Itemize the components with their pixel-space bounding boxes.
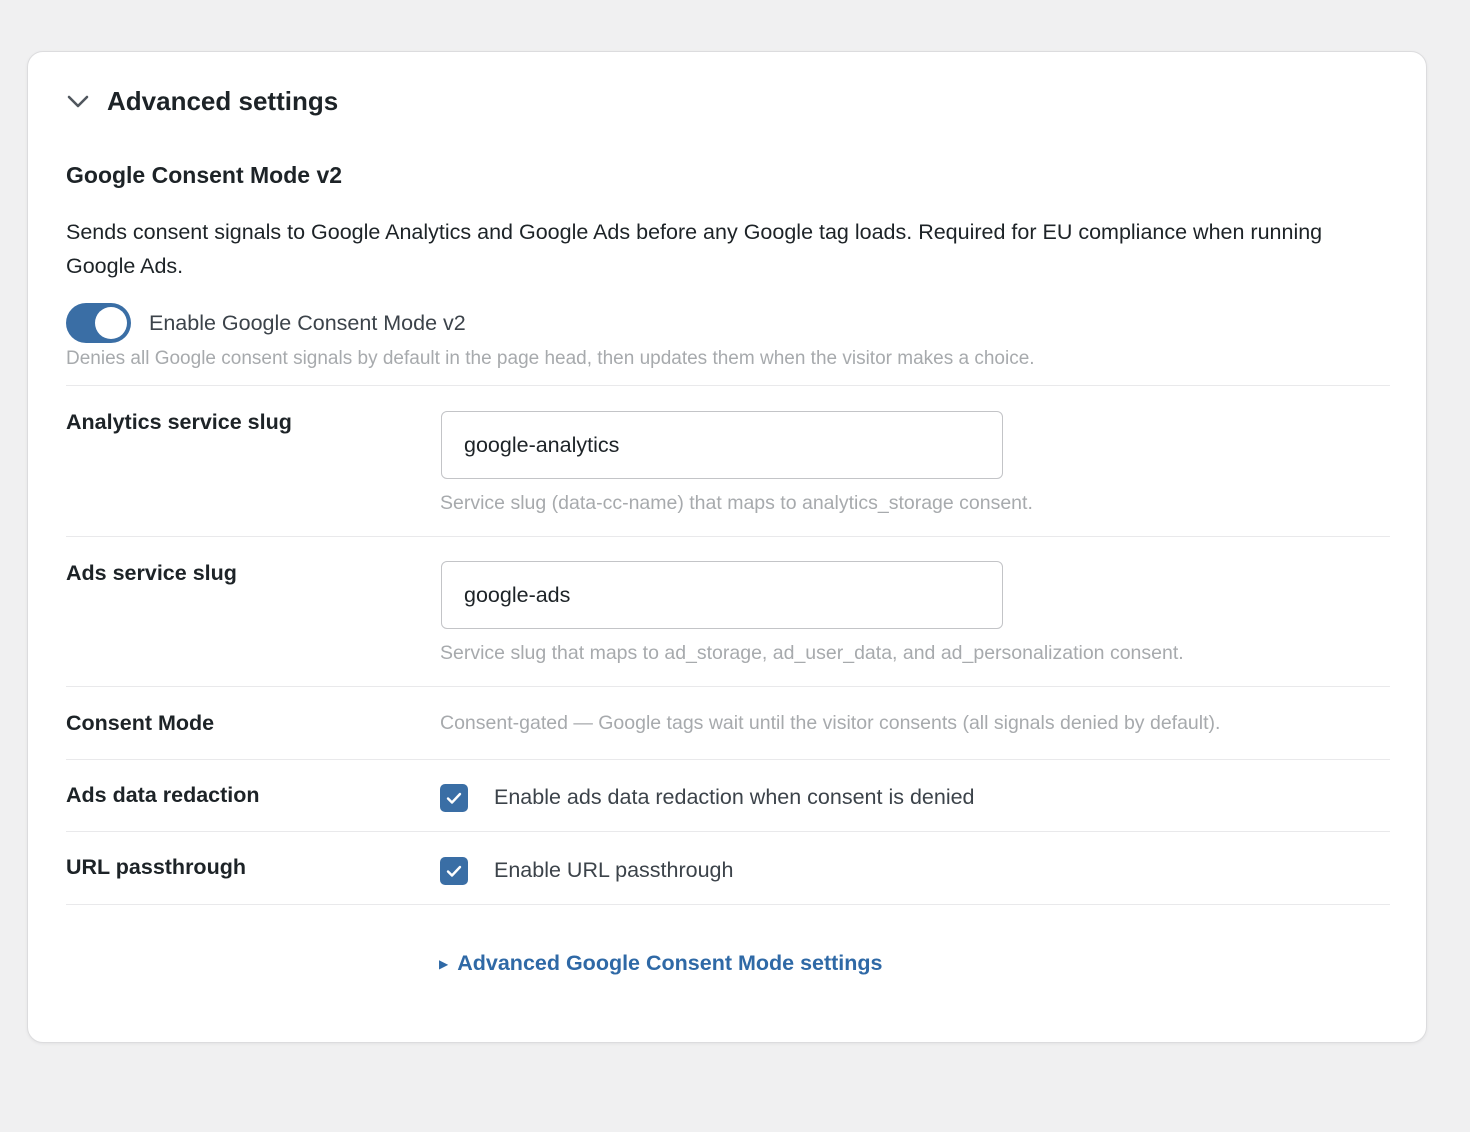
divider (66, 536, 1390, 537)
ads-slug-label: Ads service slug (66, 561, 237, 585)
ads-redaction-checkbox-label[interactable]: Enable ads data redaction when consent i… (494, 785, 975, 810)
advanced-settings-toggle[interactable]: Advanced settings (65, 86, 338, 117)
checkmark-icon (446, 792, 462, 804)
divider (66, 385, 1390, 386)
ads-redaction-label: Ads data redaction (66, 783, 260, 807)
consent-mode-value: Consent-gated — Google tags wait until t… (440, 712, 1221, 734)
gcm-toggle-row: Enable Google Consent Mode v2 (66, 303, 466, 343)
divider (66, 904, 1390, 905)
divider (66, 831, 1390, 832)
gcm-toggle-help: Denies all Google consent signals by def… (66, 348, 1035, 369)
checkmark-icon (446, 865, 462, 877)
consent-mode-label: Consent Mode (66, 711, 215, 735)
advanced-settings-card: Advanced settings Google Consent Mode v2… (27, 51, 1427, 1043)
analytics-slug-input[interactable] (441, 411, 1003, 479)
ads-slug-input[interactable] (441, 561, 1003, 629)
advanced-gcm-settings-link[interactable]: ▶ Advanced Google Consent Mode settings (439, 951, 883, 976)
ads-redaction-checkbox[interactable] (440, 784, 468, 812)
url-passthrough-checkbox-label[interactable]: Enable URL passthrough (494, 858, 733, 883)
url-passthrough-label: URL passthrough (66, 855, 246, 879)
gcm-description: Sends consent signals to Google Analytic… (66, 220, 1323, 278)
chevron-down-icon (65, 89, 91, 115)
ads-slug-help: Service slug that maps to ad_storage, ad… (440, 642, 1184, 664)
toggle-knob (95, 307, 127, 339)
gcm-heading: Google Consent Mode v2 (66, 162, 343, 188)
divider (66, 686, 1390, 687)
analytics-slug-help: Service slug (data-cc-name) that maps to… (440, 492, 1033, 514)
gcm-toggle-label: Enable Google Consent Mode v2 (149, 310, 466, 335)
triangle-right-icon: ▶ (439, 956, 449, 971)
section-title: Advanced settings (107, 86, 339, 116)
advanced-gcm-settings-label: Advanced Google Consent Mode settings (457, 951, 883, 975)
gcm-enable-toggle[interactable] (66, 303, 131, 343)
url-passthrough-checkbox[interactable] (440, 857, 468, 885)
analytics-slug-label: Analytics service slug (66, 410, 292, 434)
divider (66, 759, 1390, 760)
